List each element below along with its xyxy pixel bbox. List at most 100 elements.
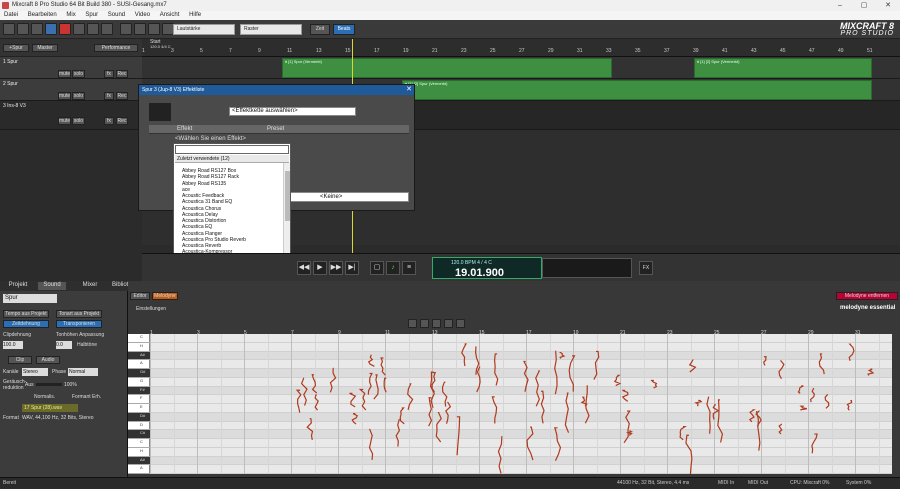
pitch-tool-icon[interactable] (420, 319, 429, 328)
minimize-icon[interactable]: – (828, 0, 852, 11)
undo-icon[interactable] (73, 23, 85, 35)
piano-keyboard[interactable]: C H A# A G# G F# F E D# D C# C H A# A (128, 334, 150, 474)
piano-key[interactable]: E (128, 404, 150, 413)
rec-button[interactable]: Rec (116, 117, 128, 125)
pitch-blob[interactable] (685, 434, 693, 474)
cut-icon[interactable] (101, 23, 113, 35)
fx-button[interactable]: fx (104, 117, 114, 125)
tab-projekt[interactable]: Projekt (3, 282, 33, 290)
pitch-blob[interactable] (797, 385, 804, 394)
pitch-blob[interactable] (399, 407, 405, 425)
pitch-blob[interactable] (367, 354, 375, 367)
formant-checkbox[interactable]: Formant Erh. (72, 394, 101, 400)
track-2-header[interactable]: 2 Spur mute solo fx Rec (0, 79, 142, 101)
pitch-blob[interactable] (848, 343, 855, 361)
pitch-blob[interactable] (688, 359, 697, 373)
solo-button[interactable]: solo (72, 70, 85, 78)
fx-button[interactable]: FX (639, 261, 653, 275)
solo-button[interactable]: solo (72, 117, 85, 125)
menu-sound[interactable]: Sound (104, 11, 129, 20)
pitch-blobs[interactable] (150, 334, 892, 474)
track-1-header[interactable]: 1 Spur mute solo fx Rec (0, 57, 142, 79)
pitch-blob[interactable] (306, 418, 314, 440)
pitch-blob[interactable] (717, 399, 724, 443)
piano-key[interactable]: G# (128, 369, 150, 378)
pitch-blob[interactable] (621, 389, 629, 402)
pitch-blob[interactable] (564, 392, 570, 433)
pointer-icon[interactable] (432, 319, 441, 328)
pitch-blob[interactable] (523, 360, 529, 392)
beats-button[interactable]: Beats (333, 24, 355, 35)
scroll-thumb[interactable] (285, 171, 290, 221)
menu-datei[interactable]: Datei (0, 11, 22, 20)
pitch-blob[interactable] (329, 367, 337, 393)
mute-button[interactable]: mute (58, 117, 71, 125)
pitch-blob[interactable] (349, 392, 357, 408)
tempo-time-display[interactable]: 120.0 BPM 4 / 4 C 19.01.900 (432, 257, 542, 279)
menu-spur[interactable]: Spur (81, 11, 102, 20)
tab-audio[interactable]: Audio (36, 356, 60, 364)
menu-ansicht[interactable]: Ansicht (156, 11, 184, 20)
mute-button[interactable]: mute (58, 92, 71, 100)
menu-video[interactable]: Video (131, 11, 154, 20)
transpose-button[interactable]: Transponieren (56, 320, 102, 328)
record-mode-icon[interactable]: ≡ (402, 261, 416, 275)
pitch-blob[interactable] (554, 427, 562, 461)
timestretch-button[interactable]: Zeitdehnung (3, 320, 49, 328)
performance-button[interactable]: Performance (94, 44, 138, 52)
piano-key[interactable]: H (128, 448, 150, 457)
pitch-blob[interactable] (493, 353, 499, 386)
piano-key[interactable]: G (128, 378, 150, 387)
tab-sound[interactable]: Sound (38, 282, 66, 290)
pitch-blob[interactable] (497, 436, 503, 474)
pitch-blob[interactable] (824, 393, 830, 409)
pitch-blob[interactable] (295, 389, 302, 413)
close-icon[interactable]: ✕ (404, 85, 414, 95)
zoom-in-icon[interactable] (120, 23, 132, 35)
piano-key[interactable]: A# (128, 351, 150, 361)
close-icon[interactable]: ✕ (876, 0, 900, 11)
piano-key[interactable]: A (128, 360, 150, 369)
add-track-button[interactable]: +Spur (3, 44, 29, 52)
pitch-blob[interactable] (778, 423, 783, 435)
pitch-blob[interactable] (456, 416, 461, 456)
new-file-icon[interactable] (3, 23, 15, 35)
pitch-blob[interactable] (535, 370, 541, 407)
pitch-blob[interactable] (867, 368, 875, 376)
record-icon[interactable] (59, 23, 71, 35)
pitch-blob[interactable] (431, 372, 436, 393)
pitch-blob[interactable] (679, 426, 687, 441)
maximize-icon[interactable]: ▢ (852, 0, 876, 11)
clipstretch-input[interactable]: 100.0 (3, 341, 23, 349)
pitch-blob[interactable] (846, 399, 853, 411)
menu-hilfe[interactable]: Hilfe (185, 11, 205, 20)
pitch-blob[interactable] (706, 396, 711, 434)
pitch-blob[interactable] (712, 404, 720, 420)
pitch-input[interactable]: 0.0 (56, 341, 72, 349)
pitch-blob[interactable] (554, 350, 558, 395)
pitch-blob[interactable] (461, 343, 467, 367)
piano-key[interactable]: D (128, 422, 150, 431)
volume-mode-select[interactable]: Lautstärke (173, 24, 235, 35)
piano-key[interactable]: A (128, 465, 150, 474)
audio-clip[interactable]: ♦ [1] Spur (Vermerkt) (282, 58, 612, 78)
effect-search-input[interactable] (175, 145, 289, 154)
play-icon[interactable]: ▶ (313, 261, 327, 275)
metronome-icon[interactable] (148, 23, 160, 35)
main-tool-icon[interactable] (408, 319, 417, 328)
pitch-blob[interactable] (441, 381, 448, 407)
pitch-blob[interactable] (311, 374, 318, 394)
piano-key[interactable]: D# (128, 412, 150, 422)
pitch-blob[interactable] (526, 426, 534, 461)
pitch-blob[interactable] (491, 396, 498, 424)
pitch-blob[interactable] (476, 366, 481, 393)
save-as-icon[interactable] (45, 23, 57, 35)
pitch-blob[interactable] (568, 355, 576, 392)
open-folder-icon[interactable] (17, 23, 29, 35)
pitch-blob[interactable] (748, 409, 756, 423)
remove-melodyne-button[interactable]: Melodyne entfernen (836, 292, 898, 300)
pitch-blob[interactable] (368, 428, 374, 460)
tab-clip[interactable]: Clip (8, 356, 32, 364)
fx-button[interactable]: fx (104, 92, 114, 100)
piano-key[interactable]: C (128, 439, 150, 448)
